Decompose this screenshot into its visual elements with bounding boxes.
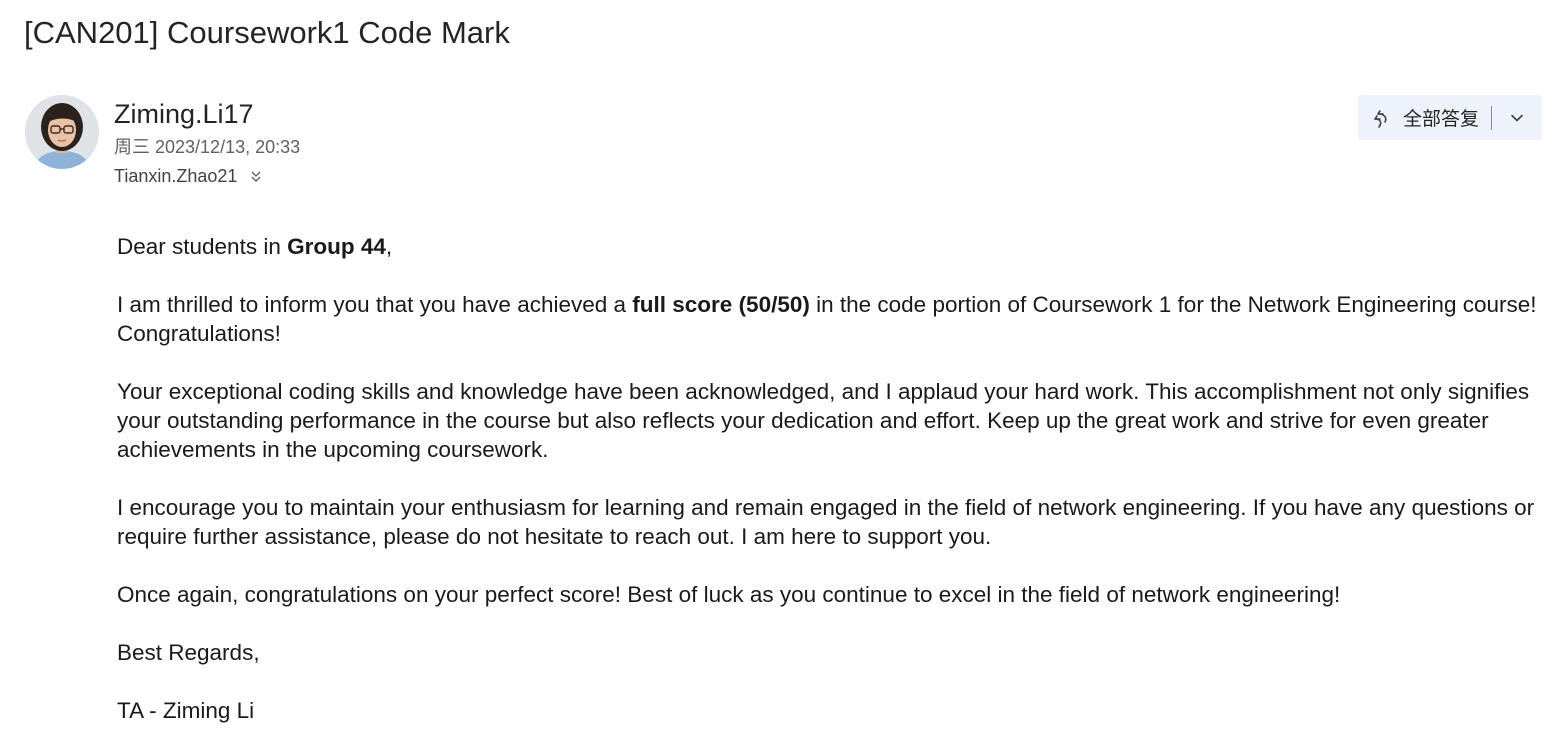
score-highlight: full score (50/50) (632, 292, 810, 317)
closing: Best Regards, (117, 640, 260, 665)
greeting: Dear students in Group 44, (117, 234, 393, 259)
group-name: Group 44 (287, 234, 386, 259)
sender-avatar[interactable] (25, 95, 99, 169)
double-chevron-down-icon[interactable] (249, 169, 263, 183)
sender-name[interactable]: Ziming.Li17 (114, 96, 254, 132)
person-photo-icon (25, 95, 99, 169)
email-subject: [CAN201] Coursework1 Code Mark (24, 15, 510, 50)
reply-all-icon (1370, 107, 1392, 129)
body-paragraph-3: I encourage you to maintain your enthusi… (117, 495, 1535, 549)
recipient-name[interactable]: Tianxin.Zhao21 (114, 166, 237, 187)
reply-options-dropdown[interactable] (1492, 95, 1542, 140)
chevron-down-icon (1511, 114, 1523, 121)
recipient-row: Tianxin.Zhao21 (114, 163, 263, 189)
reply-all-label: 全部答复 (1403, 108, 1480, 130)
body-paragraph-4: Once again, congratulations on your perf… (117, 582, 1341, 607)
sent-date: 周三 2023/12/13, 20:33 (114, 137, 301, 157)
email-body: Dear students in Group 44, I am thrilled… (117, 232, 1537, 754)
body-paragraph-2: Your exceptional coding skills and knowl… (117, 379, 1530, 462)
body-paragraph-1: I am thrilled to inform you that you hav… (117, 292, 1537, 346)
reply-all-button-group: 全部答复 (1358, 95, 1542, 140)
reply-all-button[interactable]: 全部答复 (1358, 95, 1489, 140)
signature: TA - Ziming Li (117, 698, 255, 723)
